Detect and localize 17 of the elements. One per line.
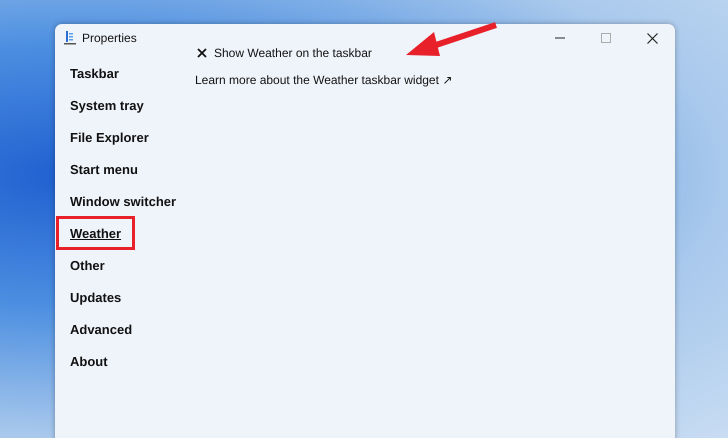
app-icon [64, 31, 76, 45]
close-icon [646, 32, 658, 44]
sidebar-item[interactable]: File Explorer [55, 121, 149, 153]
learn-more-link[interactable]: Learn more about the Weather taskbar widget ↗ [195, 73, 452, 87]
sidebar-item[interactable]: Updates [55, 281, 122, 313]
sidebar-item[interactable]: System tray [55, 89, 144, 121]
sidebar-item[interactable]: Weather [59, 219, 132, 247]
sidebar-item[interactable]: Advanced [55, 313, 132, 345]
sidebar-item[interactable]: Window switcher [55, 185, 176, 217]
setting-label[interactable]: Show Weather on the taskbar [214, 46, 372, 60]
sidebar-item[interactable]: Taskbar [55, 57, 119, 89]
sidebar-item[interactable]: Start menu [55, 153, 138, 185]
maximize-icon [601, 33, 611, 43]
cross-icon[interactable] [197, 48, 207, 58]
sidebar-item[interactable]: About [55, 345, 108, 377]
sidebar-item[interactable]: Other [55, 249, 105, 281]
window-title: Properties [82, 31, 137, 45]
